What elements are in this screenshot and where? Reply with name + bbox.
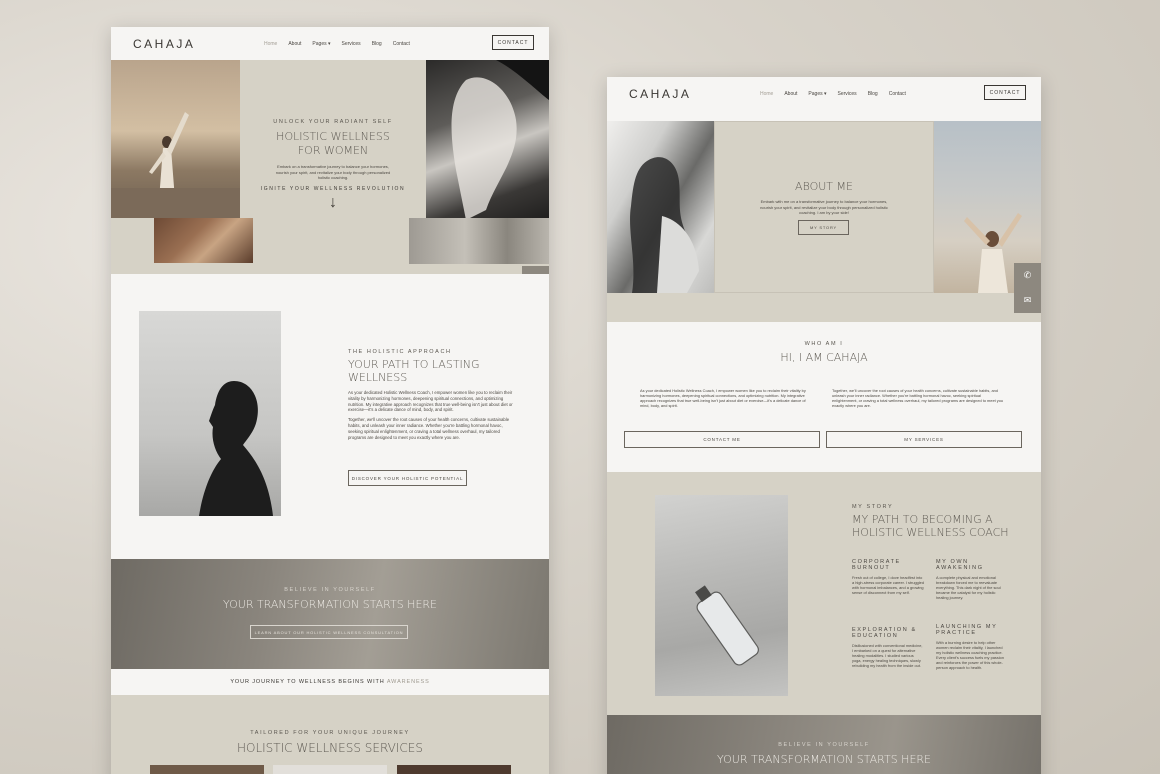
services-section: TAILORED FOR YOUR UNIQUE JOURNEY HOLISTI… <box>111 695 549 774</box>
hero-title-line1: HOLISTIC WELLNESS <box>276 130 390 143</box>
story-item-2: MY OWN AWAKENING A complete physical and… <box>936 559 1008 600</box>
story-photo-bottle <box>655 495 788 696</box>
nav-blog[interactable]: Blog <box>868 91 878 97</box>
story-item-title: LAUNCHING MY PRACTICE <box>936 624 998 636</box>
banner-eyebrow: BELIEVE IN YOURSELF <box>778 742 870 748</box>
story-item-1: CORPORATE BURNOUT Fresh out of college, … <box>852 559 924 595</box>
banner-eyebrow: BELIEVE IN YOURSELF <box>284 587 376 593</box>
header-nav: CAHAJA Home About Pages ▾ Services Blog … <box>111 27 549 60</box>
who-heading: WHO AM I HI, I AM CAHAJA <box>607 341 1041 364</box>
who-eyebrow: WHO AM I <box>804 341 844 347</box>
logo[interactable]: CAHAJA <box>133 37 195 51</box>
story-title-line2: HOLISTIC WELLNESS COACH <box>852 525 1009 539</box>
nav-home[interactable]: Home <box>264 41 277 47</box>
mail-icon[interactable]: ✉ <box>1024 295 1032 306</box>
about-body: Embark with me on a transformative journ… <box>760 199 888 215</box>
story-item-title: EXPLORATION & EDUCATION <box>852 627 917 639</box>
floating-contact-icons: ✆ ✉ <box>1014 263 1041 313</box>
story-item-3: EXPLORATION & EDUCATION Disillusioned wi… <box>852 627 924 668</box>
banner-text: BELIEVE IN YOURSELF YOUR TRANSFORMATION … <box>111 587 549 611</box>
contact-button[interactable]: CONTACT <box>492 35 534 50</box>
approach-text-block: THE HOLISTIC APPROACH YOUR PATH TO LASTI… <box>348 349 513 440</box>
nav-blog[interactable]: Blog <box>372 41 382 47</box>
about-photo-bw-woman <box>607 121 714 293</box>
service-card-1-image[interactable] <box>150 765 264 774</box>
hero-photo-bw-woman <box>426 60 549 220</box>
hero-body: Embark on a transformative journey to ba… <box>275 164 391 180</box>
whatsapp-icon[interactable]: ✆ <box>1024 270 1032 281</box>
about-text-block: ABOUT ME Embark with me on a transformat… <box>714 121 934 293</box>
header-nav: CAHAJA Home About Pages ▾ Services Blog … <box>607 77 1041 110</box>
arrow-down-icon[interactable]: ↓ <box>240 194 426 212</box>
service-card-2-image[interactable] <box>273 765 387 774</box>
approach-para-1: As your dedicated Holistic Wellness Coac… <box>348 390 513 413</box>
nav-services[interactable]: Services <box>342 41 361 47</box>
approach-title-line2: WELLNESS <box>348 370 408 384</box>
banner-title: YOUR TRANSFORMATION STARTS HERE <box>717 753 931 766</box>
strip-text: YOUR JOURNEY TO WELLNESS BEGINS WITH <box>230 679 385 685</box>
approach-eyebrow: THE HOLISTIC APPROACH <box>348 349 452 355</box>
my-story-section: MY STORY MY PATH TO BECOMING A HOLISTIC … <box>607 472 1041 715</box>
nav-pages[interactable]: Pages ▾ <box>312 41 330 47</box>
transformation-banner: BELIEVE IN YOURSELF YOUR TRANSFORMATION … <box>111 559 549 669</box>
nav-contact[interactable]: Contact <box>393 41 410 47</box>
service-card-3-image[interactable] <box>397 765 511 774</box>
nav-menu: Home About Pages ▾ Services Blog Contact <box>264 41 410 47</box>
transformation-banner: BELIEVE IN YOURSELF YOUR TRANSFORMATION … <box>607 715 1041 774</box>
services-heading: TAILORED FOR YOUR UNIQUE JOURNEY HOLISTI… <box>111 730 549 755</box>
approach-title-line1: YOUR PATH TO LASTING <box>348 358 480 371</box>
hero-text-block: UNLOCK YOUR RADIANT SELF HOLISTIC WELLNE… <box>240 119 426 212</box>
story-item-title: CORPORATE BURNOUT <box>852 559 901 571</box>
contact-button[interactable]: CONTACT <box>984 85 1026 100</box>
services-title: HOLISTIC WELLNESS SERVICES <box>236 741 423 755</box>
services-eyebrow: TAILORED FOR YOUR UNIQUE JOURNEY <box>250 730 410 736</box>
about-page-mockup: CAHAJA Home About Pages ▾ Services Blog … <box>607 77 1041 774</box>
hero-title-line2: FOR WOMEN <box>297 144 369 157</box>
nav-menu: Home About Pages ▾ Services Blog Contact <box>760 91 906 97</box>
nav-services[interactable]: Services <box>838 91 857 97</box>
discover-button[interactable]: DISCOVER YOUR HOLISTIC POTENTIAL <box>348 470 467 486</box>
story-title: MY PATH TO BECOMING A HOLISTIC WELLNESS … <box>852 513 1022 539</box>
consultation-button[interactable]: LEARN ABOUT OUR HOLISTIC WELLNESS CONSUL… <box>250 625 408 639</box>
story-item-body: A complete physical and emotional breakd… <box>936 575 1001 600</box>
story-item-body: Fresh out of college, I dove headfirst i… <box>852 575 925 595</box>
approach-photo-profile <box>139 311 281 516</box>
my-services-button[interactable]: MY SERVICES <box>826 431 1022 448</box>
hero-cta[interactable]: IGNITE YOUR WELLNESS REVOLUTION <box>240 186 426 192</box>
contact-me-button[interactable]: CONTACT ME <box>624 431 820 448</box>
story-item-body: Disillusioned with conventional medicine… <box>852 643 923 668</box>
story-eyebrow: MY STORY <box>852 504 894 510</box>
banner-title: YOUR TRANSFORMATION STARTS HERE <box>223 598 437 611</box>
who-title: HI, I AM CAHAJA <box>780 351 868 364</box>
who-am-i-section: WHO AM I HI, I AM CAHAJA As your dedicat… <box>607 322 1041 472</box>
approach-para-2: Together, we'll uncover the root causes … <box>348 417 510 440</box>
who-col-2: Together, we'll uncover the root causes … <box>832 388 1004 408</box>
nav-about[interactable]: About <box>784 91 797 97</box>
who-col-1: As your dedicated Holistic Wellness Coac… <box>640 388 806 408</box>
story-item-body: With a burning desire to help other wome… <box>936 640 1004 670</box>
hero-photo-stone <box>409 218 549 264</box>
hero-photo-wood <box>154 218 253 263</box>
strip-accent: AWARENESS <box>386 679 430 685</box>
my-story-button[interactable]: MY STORY <box>798 220 849 235</box>
hero-photo-beach-woman <box>111 60 240 218</box>
nav-contact[interactable]: Contact <box>889 91 906 97</box>
awareness-strip: YOUR JOURNEY TO WELLNESS BEGINS WITH AWA… <box>111 669 549 695</box>
nav-home[interactable]: Home <box>760 91 773 97</box>
hero-title: HOLISTIC WELLNESS FOR WOMEN <box>240 130 426 158</box>
logo[interactable]: CAHAJA <box>629 87 691 101</box>
story-item-4: LAUNCHING MY PRACTICE With a burning des… <box>936 624 1008 670</box>
approach-title: YOUR PATH TO LASTING WELLNESS <box>348 358 513 384</box>
nav-pages[interactable]: Pages ▾ <box>808 91 826 97</box>
story-item-title: MY OWN AWAKENING <box>936 559 984 571</box>
about-title: ABOUT ME <box>795 180 853 193</box>
nav-about[interactable]: About <box>288 41 301 47</box>
story-heading: MY STORY MY PATH TO BECOMING A HOLISTIC … <box>852 504 1022 539</box>
banner-text: BELIEVE IN YOURSELF YOUR TRANSFORMATION … <box>607 742 1041 766</box>
homepage-mockup: CAHAJA Home About Pages ▾ Services Blog … <box>111 27 549 774</box>
story-title-line1: MY PATH TO BECOMING A <box>852 513 993 526</box>
hero-eyebrow: UNLOCK YOUR RADIANT SELF <box>273 119 393 125</box>
